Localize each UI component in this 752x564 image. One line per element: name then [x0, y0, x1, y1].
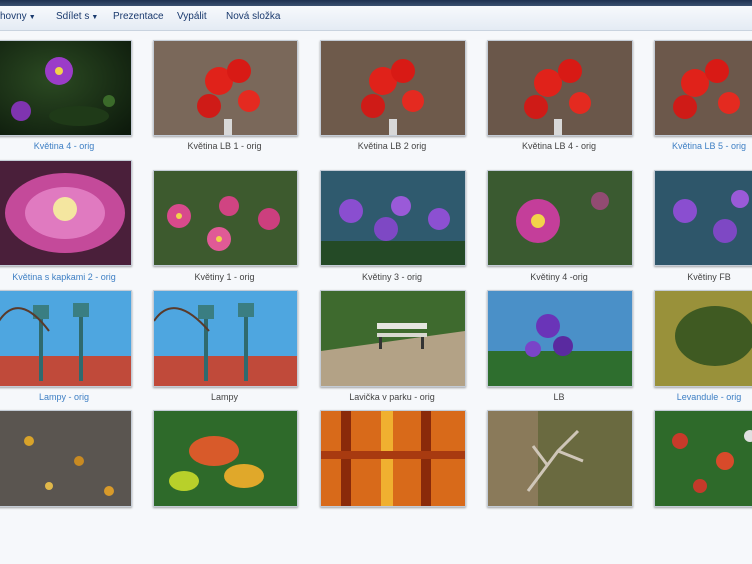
thumbnail-caption[interactable]: Květiny 3 - orig — [320, 272, 464, 282]
thumbnail-7[interactable] — [153, 170, 298, 266]
orange-pattern-image — [321, 411, 465, 506]
thumbnail-caption[interactable]: Květina LB 5 - orig — [654, 141, 752, 151]
pink-flower-drops-image — [0, 161, 131, 265]
thumbnail-3[interactable] — [320, 40, 466, 136]
new-folder-button[interactable]: Nová složka — [226, 11, 280, 22]
thumbnail-2[interactable] — [153, 40, 298, 136]
thumbnail-20[interactable] — [654, 410, 752, 507]
red-flowers-image — [488, 41, 632, 135]
pink-flowers-image — [154, 171, 297, 265]
thumbnail-4[interactable] — [487, 40, 633, 136]
violet-flowers-image — [321, 171, 465, 265]
thumbnail-11[interactable] — [0, 290, 132, 387]
slideshow-button[interactable]: Prezentace — [113, 11, 164, 22]
thumbnail-caption[interactable]: Květiny 1 - orig — [153, 272, 296, 282]
street-lamps-image — [154, 291, 297, 386]
thumbnail-caption[interactable]: Květina s kapkami 2 - orig — [0, 272, 130, 282]
red-leaves-image — [655, 411, 752, 506]
thumbnail-14[interactable] — [487, 290, 633, 387]
thumbnail-caption[interactable]: Květina 4 - orig — [0, 141, 130, 151]
red-flowers-image — [655, 41, 752, 135]
street-lamps-image — [0, 291, 131, 386]
thumbnail-caption[interactable]: Květiny 4 -orig — [487, 272, 631, 282]
chevron-down-icon: ▼ — [91, 14, 99, 21]
lavender-image — [655, 291, 752, 386]
thumbnail-caption[interactable]: Květina LB 1 - orig — [153, 141, 296, 151]
thumbnail-5[interactable] — [654, 40, 752, 136]
command-bar: hovny ▼ Sdílet s ▼ Prezentace Vypálit Nová… — [0, 6, 752, 31]
chevron-down-icon: ▼ — [28, 14, 36, 21]
thumbnail-1[interactable] — [0, 40, 132, 136]
thumbnail-caption[interactable]: Květiny FB — [654, 272, 752, 282]
red-flowers-image — [321, 41, 465, 135]
violet-flowers-image — [655, 171, 752, 265]
thumbnail-12[interactable] — [153, 290, 298, 387]
thumbnail-13[interactable] — [320, 290, 466, 387]
park-bench-image — [321, 291, 465, 386]
thumbnail-caption[interactable]: Lampy — [153, 392, 296, 402]
thumbnail-16[interactable] — [0, 410, 132, 507]
thumbnail-17[interactable] — [153, 410, 298, 507]
autumn-leaves-ground-image — [0, 411, 131, 506]
pink-flower-image — [488, 171, 632, 265]
autumn-leaves-image — [154, 411, 297, 506]
share-with-menu-button[interactable]: Sdílet s ▼ — [56, 11, 98, 22]
thumbnail-caption[interactable]: Lampy - orig — [0, 392, 130, 402]
thumbnail-9[interactable] — [487, 170, 633, 266]
thumbnail-caption[interactable]: Lavička v parku - orig — [320, 392, 464, 402]
thumbnail-15[interactable] — [654, 290, 752, 387]
thumbnail-10[interactable] — [654, 170, 752, 266]
purple-flower-image — [0, 41, 131, 135]
red-flowers-image — [154, 41, 297, 135]
thumbnail-caption[interactable]: Levandule - orig — [654, 392, 752, 402]
thumbnail-caption[interactable]: Květina LB 2 orig — [320, 141, 464, 151]
burn-button[interactable]: Vypálit — [177, 11, 207, 22]
thumbnail-caption[interactable]: Květina LB 4 - orig — [487, 141, 631, 151]
organize-menu-button[interactable]: hovny ▼ — [0, 11, 36, 22]
dry-branch-image — [488, 411, 632, 506]
purple-bellflower-image — [488, 291, 632, 386]
thumbnail-6[interactable] — [0, 160, 132, 266]
thumbnail-19[interactable] — [487, 410, 633, 507]
thumbnail-caption[interactable]: LB — [487, 392, 631, 402]
thumbnail-8[interactable] — [320, 170, 466, 266]
thumbnail-18[interactable] — [320, 410, 466, 507]
